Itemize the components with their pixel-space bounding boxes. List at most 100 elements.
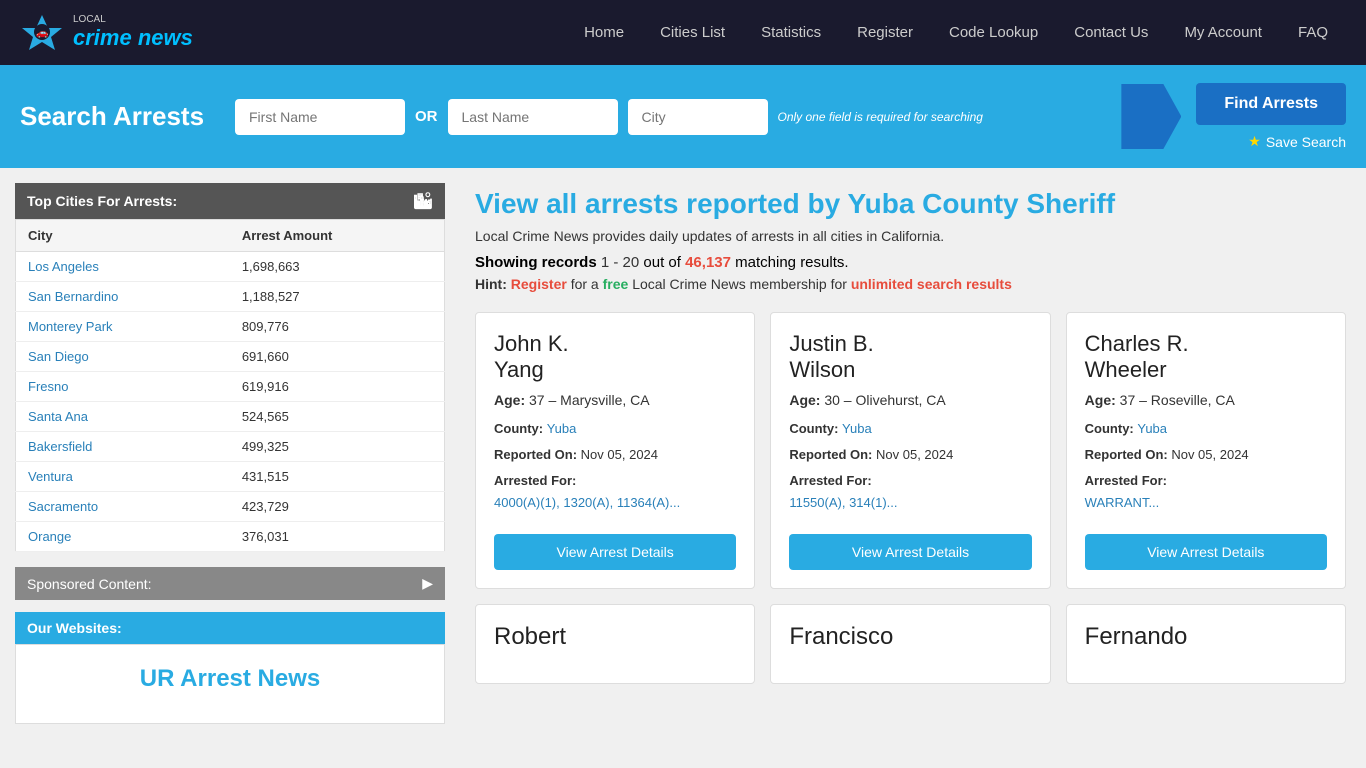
- city-link[interactable]: Sacramento: [28, 499, 98, 514]
- arrest-card: John K.Yang Age: 37 – Marysville, CA Cou…: [475, 312, 755, 589]
- age-label: Age:: [494, 392, 525, 408]
- county-value: Yuba: [842, 421, 872, 436]
- out-of-label: out of: [643, 254, 681, 271]
- bottom-person-name: Francisco: [789, 623, 1031, 651]
- table-row: San Bernardino 1,188,527: [16, 282, 445, 312]
- view-arrest-details-button[interactable]: View Arrest Details: [1085, 534, 1327, 570]
- city-name-cell: San Diego: [16, 342, 230, 372]
- cities-table: City Arrest Amount Los Angeles 1,698,663…: [15, 219, 445, 552]
- hint-label-text: Hint:: [475, 276, 507, 292]
- arrest-count-cell: 1,698,663: [230, 252, 445, 282]
- last-name-input[interactable]: [448, 99, 618, 135]
- city-input[interactable]: [628, 99, 768, 135]
- city-link[interactable]: Ventura: [28, 469, 73, 484]
- table-row: Bakersfield 499,325: [16, 432, 445, 462]
- city-icon: 🏙: [413, 191, 433, 211]
- city-col-header: City: [16, 220, 230, 252]
- city-link[interactable]: Los Angeles: [28, 259, 99, 274]
- arrest-count-cell: 619,916: [230, 372, 445, 402]
- page-header: View all arrests reported by Yuba County…: [475, 188, 1346, 244]
- county-value: Yuba: [1137, 421, 1167, 436]
- reported-label: Reported On:: [494, 447, 581, 462]
- arrest-reported: Reported On: Nov 05, 2024: [1085, 444, 1327, 466]
- find-arrests-button[interactable]: Find Arrests: [1196, 83, 1346, 125]
- city-name-cell: San Bernardino: [16, 282, 230, 312]
- city-name-cell: Fresno: [16, 372, 230, 402]
- sidebar: Top Cities For Arrests: 🏙 City Arrest Am…: [0, 168, 460, 739]
- table-row: Santa Ana 524,565: [16, 402, 445, 432]
- or-label: OR: [415, 108, 438, 125]
- showing-label: Showing records: [475, 254, 597, 271]
- table-row: Sacramento 423,729: [16, 492, 445, 522]
- arrest-county: County: Yuba: [789, 418, 1031, 440]
- reported-value: Nov 05, 2024: [876, 447, 953, 462]
- arrest-age-location: Age: 37 – Roseville, CA: [1085, 392, 1327, 408]
- arrest-count-cell: 499,325: [230, 432, 445, 462]
- county-label: County:: [494, 421, 547, 436]
- arrest-age-location: Age: 30 – Olivehurst, CA: [789, 392, 1031, 408]
- nav-cities-list[interactable]: Cities List: [642, 2, 743, 63]
- city-link[interactable]: San Bernardino: [28, 289, 118, 304]
- page-description: Local Crime News provides daily updates …: [475, 228, 1346, 244]
- search-arrow-decor: [1121, 84, 1181, 149]
- county-value: Yuba: [547, 421, 577, 436]
- nav-code-lookup[interactable]: Code Lookup: [931, 2, 1056, 63]
- bottom-name-card: Fernando: [1066, 604, 1346, 684]
- nav-statistics[interactable]: Statistics: [743, 2, 839, 63]
- arrest-age-location: Age: 37 – Marysville, CA: [494, 392, 736, 408]
- reported-value: Nov 05, 2024: [1171, 447, 1248, 462]
- age-value: 30 – Olivehurst, CA: [824, 392, 945, 408]
- charges-value: 11550(A), 314(1)...: [789, 495, 897, 510]
- city-link[interactable]: Fresno: [28, 379, 68, 394]
- first-name-input[interactable]: [235, 99, 405, 135]
- city-link[interactable]: San Diego: [28, 349, 89, 364]
- city-name-cell: Orange: [16, 522, 230, 552]
- arrest-card: Charles R.Wheeler Age: 37 – Roseville, C…: [1066, 312, 1346, 589]
- charges-value: WARRANT...: [1085, 495, 1160, 510]
- nav-home[interactable]: Home: [566, 2, 642, 63]
- bottom-person-name: Robert: [494, 623, 736, 651]
- arrest-name: John K.Yang: [494, 331, 736, 384]
- nav-contact-us[interactable]: Contact Us: [1056, 2, 1166, 63]
- nav-my-account[interactable]: My Account: [1166, 2, 1280, 63]
- city-link[interactable]: Bakersfield: [28, 439, 92, 454]
- search-actions: Find Arrests ★ Save Search: [1196, 83, 1346, 150]
- nav-links: Home Cities List Statistics Register Cod…: [566, 2, 1346, 63]
- city-link[interactable]: Orange: [28, 529, 71, 544]
- arrest-count-cell: 423,729: [230, 492, 445, 522]
- view-arrest-details-button[interactable]: View Arrest Details: [789, 534, 1031, 570]
- city-link[interactable]: Santa Ana: [28, 409, 88, 424]
- search-title: Search Arrests: [20, 101, 220, 132]
- arrested-for: Arrested For: WARRANT...: [1085, 470, 1327, 514]
- arrest-count-cell: 431,515: [230, 462, 445, 492]
- bottom-person-name: Fernando: [1085, 623, 1327, 651]
- city-name-cell: Santa Ana: [16, 402, 230, 432]
- reported-label: Reported On:: [789, 447, 876, 462]
- city-name-cell: Los Angeles: [16, 252, 230, 282]
- arrested-for-label: Arrested For:: [789, 473, 871, 488]
- register-link[interactable]: Register: [511, 276, 567, 292]
- arrest-cards-grid: John K.Yang Age: 37 – Marysville, CA Cou…: [475, 312, 1346, 589]
- city-link[interactable]: Monterey Park: [28, 319, 113, 334]
- table-row: Orange 376,031: [16, 522, 445, 552]
- logo-sub: LOCAL: [73, 14, 193, 25]
- top-cities-header: Top Cities For Arrests: 🏙: [15, 183, 445, 219]
- county-label: County:: [789, 421, 842, 436]
- nav-register[interactable]: Register: [839, 2, 931, 63]
- logo[interactable]: 🚗 LOCAL crime news: [20, 10, 193, 55]
- county-label: County:: [1085, 421, 1138, 436]
- arrest-county: County: Yuba: [1085, 418, 1327, 440]
- results-range: 1 - 20: [601, 254, 639, 271]
- page-title: View all arrests reported by Yuba County…: [475, 188, 1346, 220]
- age-label: Age:: [1085, 392, 1116, 408]
- city-name-cell: Ventura: [16, 462, 230, 492]
- results-total: 46,137: [685, 254, 731, 271]
- main-layout: Top Cities For Arrests: 🏙 City Arrest Am…: [0, 168, 1366, 739]
- nav-faq[interactable]: FAQ: [1280, 2, 1346, 63]
- arrest-reported: Reported On: Nov 05, 2024: [789, 444, 1031, 466]
- save-search-label: Save Search: [1266, 134, 1346, 150]
- view-arrest-details-button[interactable]: View Arrest Details: [494, 534, 736, 570]
- unlimited-label: unlimited search results: [851, 276, 1012, 292]
- save-search-button[interactable]: ★ Save Search: [1248, 133, 1346, 150]
- reported-label: Reported On:: [1085, 447, 1172, 462]
